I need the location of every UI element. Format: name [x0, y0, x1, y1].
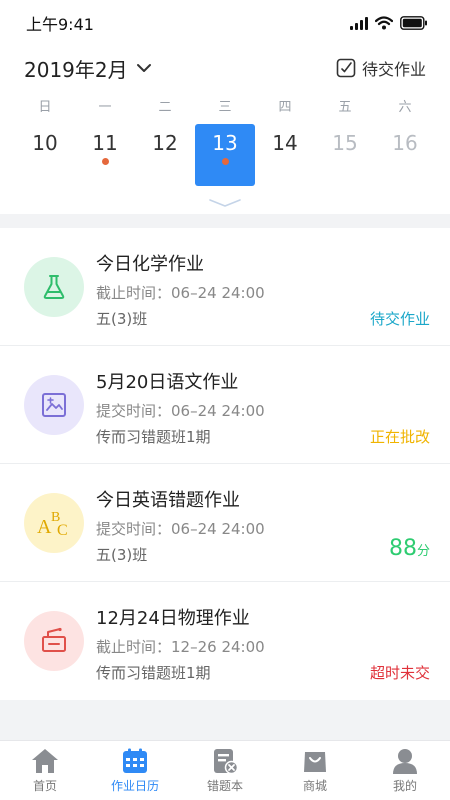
- homework-class: 传而习错题班1期: [96, 664, 211, 682]
- score-value: 88: [388, 536, 417, 561]
- day-number: 15: [332, 131, 358, 155]
- calendar-day[interactable]: 16: [375, 124, 435, 186]
- homework-class: 传而习错题班1期: [96, 428, 211, 446]
- tab-shop[interactable]: 商城: [270, 741, 360, 800]
- calendar-day[interactable]: 11: [75, 124, 135, 186]
- weekday-row: 日 一 二 三 四 五 六: [15, 96, 435, 115]
- tab-home[interactable]: 首页: [0, 741, 90, 800]
- profile-icon: [393, 749, 417, 774]
- homework-dot: [102, 158, 109, 165]
- pending-homework-button[interactable]: 待交作业: [336, 56, 426, 80]
- weekday-label: 六: [398, 100, 412, 115]
- tab-error-book[interactable]: 错题本: [180, 741, 270, 800]
- weekday-label: 日: [38, 100, 52, 115]
- weekday-label: 三: [218, 100, 232, 115]
- error-book-icon: [214, 749, 238, 774]
- tab-homework-calendar[interactable]: 作业日历: [90, 741, 180, 800]
- homework-item[interactable]: 今日化学作业 截止时间：06–24 24:00 五(3)班 待交作业: [0, 228, 450, 346]
- day-number: 12: [152, 131, 178, 155]
- status-badge: 正在批改: [369, 428, 430, 446]
- screen: 上午9:41 2019年2月 待交作业 日 一 二 三 四 五 六 10 11 …: [0, 0, 450, 800]
- circuit-icon: [24, 611, 84, 671]
- calendar-day[interactable]: 14: [255, 124, 315, 186]
- pending-label: 待交作业: [361, 60, 426, 79]
- homework-time: 截止时间：12–26 24:00: [96, 638, 265, 656]
- status-time: 上午9:41: [26, 15, 94, 34]
- homework-class: 五(3)班: [96, 546, 148, 564]
- month-picker[interactable]: 2019年2月: [24, 54, 152, 83]
- shop-bag-icon: [304, 752, 326, 772]
- status-badge: 待交作业: [369, 310, 430, 328]
- weekday-label: 二: [158, 100, 172, 115]
- score: 88分: [389, 536, 430, 561]
- home-icon: [32, 749, 58, 773]
- homework-title: 今日化学作业: [96, 254, 204, 275]
- homework-time: 截止时间：06–24 24:00: [96, 284, 265, 302]
- tab-label: 我的: [392, 779, 417, 793]
- calendar-day-selected[interactable]: 13: [195, 124, 255, 186]
- tab-label: 首页: [32, 779, 57, 793]
- tab-profile[interactable]: 我的: [360, 741, 450, 800]
- homework-item[interactable]: A B C 今日英语错题作业 提交时间：06–24 24:00 五(3)班 88…: [0, 464, 450, 582]
- day-number: 16: [392, 131, 418, 155]
- homework-time: 提交时间：06–24 24:00: [96, 520, 265, 538]
- tab-label: 错题本: [206, 779, 243, 793]
- homework-item[interactable]: 12月24日物理作业 截止时间：12–26 24:00 传而习错题班1期 超时未…: [0, 582, 450, 700]
- weekday-label: 四: [278, 100, 292, 115]
- signal-icon: [350, 16, 368, 30]
- edit-icon: [336, 58, 356, 78]
- chevron-down-icon: [136, 64, 151, 72]
- status-badge: 超时未交: [369, 664, 430, 682]
- homework-class: 五(3)班: [96, 310, 148, 328]
- header: 2019年2月 待交作业: [0, 46, 450, 90]
- tab-label: 商城: [302, 779, 327, 793]
- weekday-label: 一: [98, 100, 112, 115]
- svg-text:A: A: [37, 516, 52, 538]
- tab-label: 作业日历: [110, 779, 159, 793]
- homework-list: 今日化学作业 截止时间：06–24 24:00 五(3)班 待交作业 5月20日…: [0, 228, 450, 700]
- homework-dot: [222, 158, 229, 165]
- day-row: 10 11 12 13 14 15 16: [15, 124, 435, 186]
- homework-item[interactable]: 5月20日语文作业 提交时间：06–24 24:00 传而习错题班1期 正在批改: [0, 346, 450, 464]
- calendar-day[interactable]: 10: [15, 124, 75, 186]
- battery-icon: [400, 16, 427, 30]
- homework-title: 今日英语错题作业: [96, 490, 240, 511]
- expand-chevron-icon[interactable]: [208, 198, 242, 208]
- picture-icon: [24, 375, 84, 435]
- calendar-icon: [123, 748, 147, 773]
- homework-time: 提交时间：06–24 24:00: [96, 402, 265, 420]
- calendar-day[interactable]: 15: [315, 124, 375, 186]
- month-label: 2019年2月: [24, 57, 128, 82]
- flask-icon: [24, 257, 84, 317]
- day-number: 14: [272, 131, 298, 155]
- tab-bar: 首页 作业日历 错题本 商城 我的: [0, 740, 450, 800]
- homework-title: 5月20日语文作业: [96, 372, 239, 393]
- weekday-label: 五: [338, 100, 352, 115]
- week-calendar: 日 一 二 三 四 五 六 10 11 12 13 14 15 16: [0, 90, 450, 214]
- calendar-day[interactable]: 12: [135, 124, 195, 186]
- svg-text:C: C: [57, 522, 68, 539]
- abc-icon: A B C: [24, 493, 84, 553]
- day-number: 10: [32, 131, 58, 155]
- status-icons: [350, 16, 428, 30]
- wifi-icon: [375, 16, 393, 30]
- score-unit: 分: [416, 544, 430, 559]
- homework-title: 12月24日物理作业: [96, 608, 250, 629]
- status-bar: 上午9:41: [0, 0, 450, 46]
